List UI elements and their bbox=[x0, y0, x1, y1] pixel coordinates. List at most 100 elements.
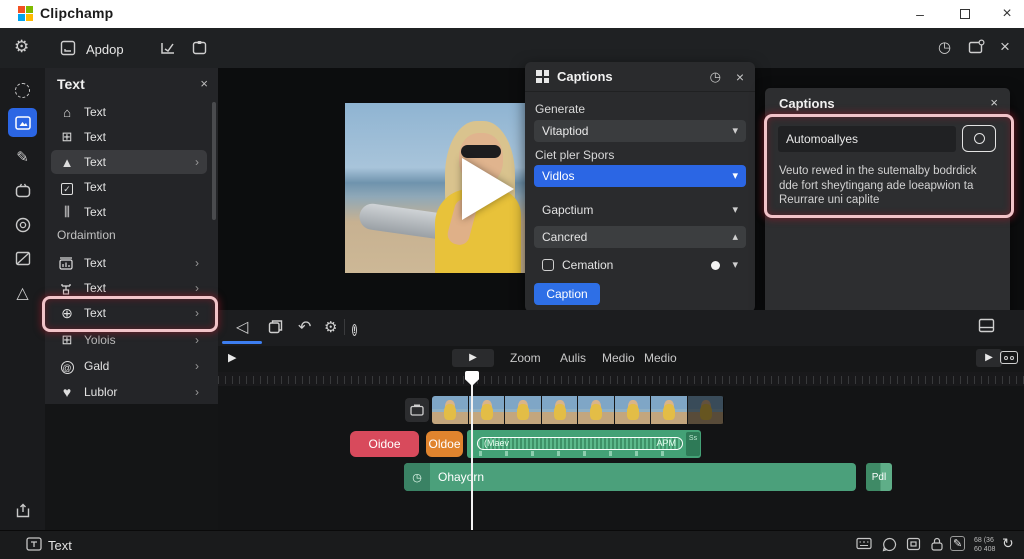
edit-pencil-icon[interactable]: ✎ bbox=[8, 142, 37, 171]
shapes-triangle-icon[interactable]: △ bbox=[8, 278, 37, 307]
text-item-active[interactable]: ▲ Text › bbox=[51, 150, 207, 174]
timeline-play-icon[interactable]: ▶ bbox=[228, 349, 236, 367]
video-track-icon[interactable] bbox=[405, 398, 429, 422]
timeline-ruler[interactable] bbox=[218, 372, 1024, 386]
preview-gear-icon[interactable]: ⚙ bbox=[324, 319, 337, 337]
caption-style-row[interactable]: Gapctium ▾ bbox=[534, 199, 746, 221]
text-section-item[interactable]: @ Gald › bbox=[51, 354, 207, 378]
resize-icon[interactable] bbox=[160, 40, 177, 56]
back-triangle-icon[interactable]: ◁ bbox=[236, 319, 248, 337]
toolbar-close-icon[interactable]: × bbox=[1000, 37, 1010, 57]
chevron-down-icon: ▾ bbox=[732, 204, 738, 216]
clock-icon: ◷ bbox=[404, 463, 430, 491]
text-item[interactable]: ⌂ Text bbox=[51, 100, 207, 124]
cancel-row[interactable]: Cancred ▴ bbox=[534, 226, 746, 248]
media-label-1[interactable]: Medio bbox=[602, 351, 635, 365]
video-clip-filmstrip[interactable] bbox=[432, 396, 724, 424]
caption-submit-button[interactable]: Caption bbox=[534, 283, 600, 305]
text-panel-close-icon[interactable]: × bbox=[200, 76, 208, 91]
keyboard-icon[interactable] bbox=[856, 537, 872, 550]
text-section-item[interactable]: ⊞ Yolois › bbox=[51, 328, 207, 352]
media-label-2[interactable]: Medio bbox=[644, 351, 677, 365]
checkbox[interactable] bbox=[542, 259, 554, 271]
captions-description: Veuto rewed in the sutemalby bodrdick dd… bbox=[779, 165, 977, 206]
film-frame bbox=[651, 396, 688, 424]
audio-clip-handle[interactable]: Ss bbox=[686, 432, 700, 456]
playhead-play-button[interactable]: ▶ bbox=[452, 349, 494, 367]
media-library-icon[interactable] bbox=[8, 108, 37, 137]
text-panel-scrollbar[interactable] bbox=[212, 102, 216, 220]
minimize-button[interactable]: – bbox=[905, 4, 935, 24]
loop-sync-icon[interactable]: ↻ bbox=[1002, 535, 1014, 552]
chevron-right-icon: › bbox=[195, 385, 199, 399]
film-frame bbox=[432, 396, 469, 424]
timeline-play-right-button[interactable]: ▶ bbox=[976, 349, 1002, 367]
text-section-item[interactable]: Text › bbox=[51, 276, 207, 300]
project-name[interactable]: Apdop bbox=[86, 42, 124, 57]
text-item[interactable]: ⊞ Text bbox=[51, 125, 207, 149]
chevron-right-icon: › bbox=[195, 333, 199, 347]
picture-in-picture-icon[interactable] bbox=[906, 537, 921, 551]
comment-bubble-icon[interactable] bbox=[882, 537, 897, 552]
duplicate-icon[interactable] bbox=[268, 319, 283, 334]
draw-pencil-icon[interactable]: ✎ bbox=[950, 536, 966, 551]
project-icon bbox=[60, 40, 76, 56]
audio-label[interactable]: Aulis bbox=[560, 351, 586, 365]
divider bbox=[344, 319, 345, 335]
film-frame bbox=[541, 396, 578, 424]
captions-popup-title: Captions bbox=[557, 69, 613, 84]
settings-gear-icon[interactable]: ⚙ bbox=[14, 37, 29, 57]
film-frame bbox=[505, 396, 542, 424]
audio-clip[interactable]: (Maev APM Ss bbox=[467, 430, 701, 458]
filter-dropdown[interactable]: Vidlos ▾ bbox=[534, 165, 746, 187]
window-close-button[interactable]: × bbox=[992, 4, 1022, 24]
text-section-item[interactable]: Text › bbox=[51, 251, 207, 275]
captions-cc-icon[interactable] bbox=[1000, 351, 1018, 364]
undo-icon[interactable]: ↶ bbox=[298, 319, 311, 337]
autocompose-icon[interactable] bbox=[8, 76, 37, 105]
zoom-label[interactable]: Zoom bbox=[510, 351, 541, 365]
small-green-clip[interactable]: Pdl bbox=[866, 463, 892, 491]
copyright-circle-icon[interactable] bbox=[8, 210, 37, 239]
film-frame bbox=[614, 396, 651, 424]
timer-icon[interactable]: ◷ bbox=[710, 69, 721, 85]
history-clock-icon[interactable]: ◷ bbox=[938, 38, 951, 58]
profanity-checkbox-row[interactable]: Cemation ▾ bbox=[534, 254, 746, 276]
text-item[interactable]: ✓ Text bbox=[51, 175, 207, 199]
text-panel: Text × ⌂ Text ⊞ Text ▲ Text › ✓ Text ⫼ T… bbox=[45, 68, 218, 404]
red-clip[interactable]: Oidoe bbox=[350, 431, 419, 457]
camera-capture-button[interactable] bbox=[962, 125, 996, 152]
film-frame bbox=[578, 396, 615, 424]
chevron-right-icon: › bbox=[195, 306, 199, 320]
audio-clip-selection[interactable]: (Maev APM bbox=[477, 437, 683, 450]
language-dropdown[interactable]: Vitaptiod ▾ bbox=[534, 120, 746, 142]
captions-popup-close-icon[interactable]: × bbox=[736, 69, 744, 85]
timecode: 68 (36 60 408 bbox=[974, 537, 996, 553]
active-tab-indicator bbox=[222, 341, 262, 344]
lock-icon[interactable] bbox=[930, 537, 944, 551]
microsoft-logo-icon bbox=[18, 6, 33, 21]
import-export-icon[interactable] bbox=[8, 496, 37, 525]
clipboard-icon[interactable] bbox=[192, 40, 207, 56]
transitions-icon[interactable] bbox=[8, 244, 37, 273]
text-item[interactable]: ⫼ Text bbox=[51, 200, 207, 224]
statusbar-text-label: Text bbox=[48, 538, 72, 553]
export-window-icon[interactable] bbox=[968, 39, 985, 55]
orange-clip[interactable]: Oldoe bbox=[426, 431, 463, 457]
text-tool-icon bbox=[26, 537, 42, 551]
playhead-line[interactable] bbox=[471, 372, 473, 530]
layout-panel-icon[interactable] bbox=[978, 318, 995, 333]
text-section-item[interactable]: ♥ Lublor › bbox=[51, 380, 207, 404]
info-icon[interactable]: ! bbox=[352, 319, 357, 337]
text-section-label: Ordaimtion bbox=[57, 228, 116, 242]
chevron-up-icon: ▴ bbox=[732, 231, 738, 243]
captions-search-input[interactable] bbox=[778, 126, 956, 152]
record-icon[interactable] bbox=[8, 176, 37, 205]
title-home-icon: ⌂ bbox=[63, 104, 71, 120]
text-section-item-highlighted[interactable]: ⊕ Text › bbox=[51, 301, 207, 325]
play-button[interactable] bbox=[462, 158, 514, 220]
maximize-button[interactable] bbox=[960, 9, 970, 19]
captions-panel-close-icon[interactable]: × bbox=[990, 95, 998, 110]
arrow-up-icon: ▲ bbox=[60, 154, 74, 170]
plus-box-icon: ⊞ bbox=[61, 332, 73, 347]
